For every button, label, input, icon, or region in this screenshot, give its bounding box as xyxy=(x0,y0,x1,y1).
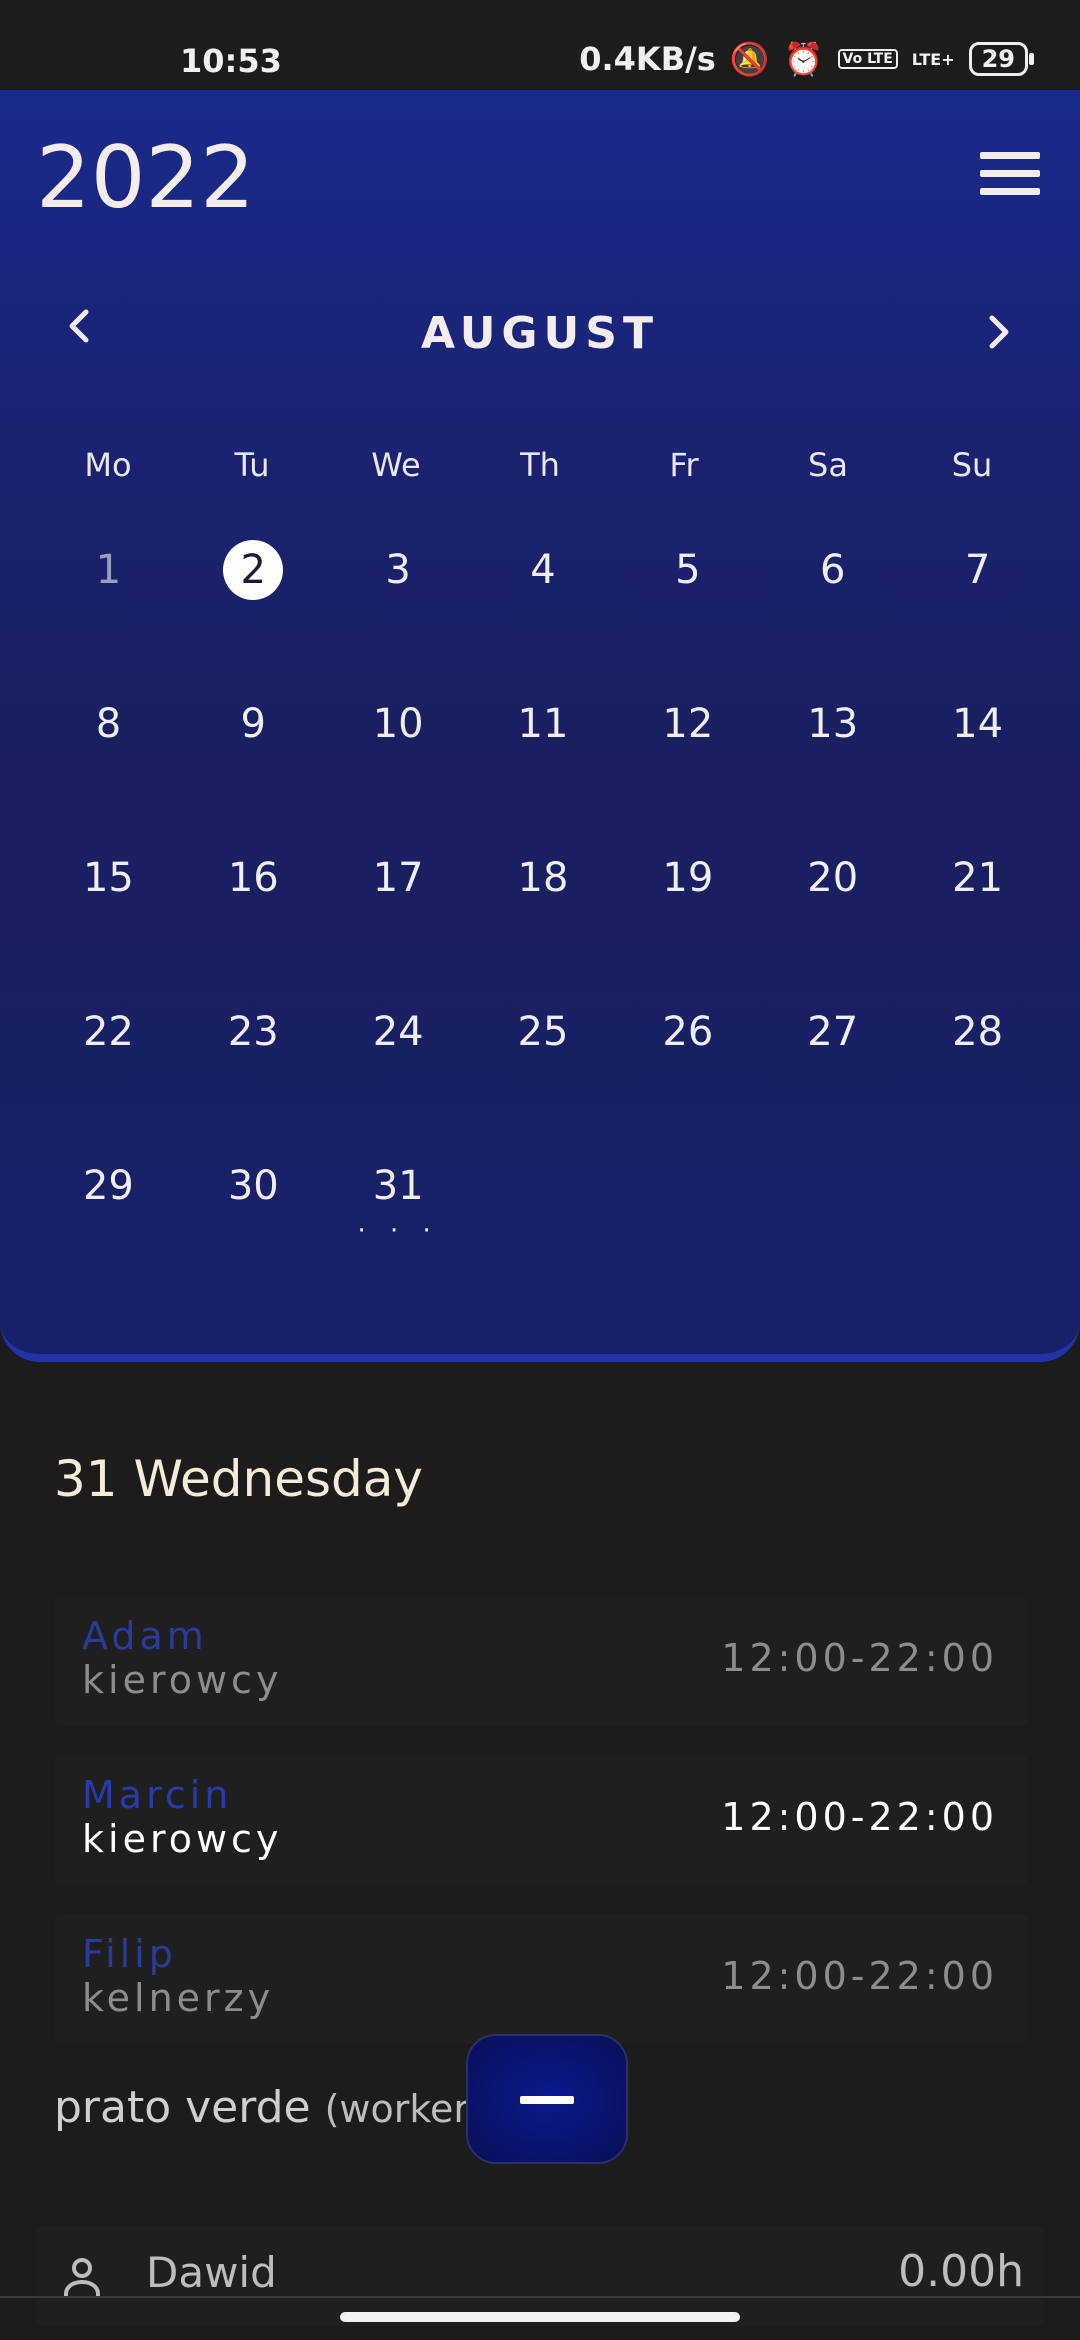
status-bar: 10:53 0.4KB/s 🔕 ⏰ Vo LTE LTE+ 29 xyxy=(0,0,1080,90)
selected-date-heading: 31 Wednesday xyxy=(54,1450,423,1508)
shift-card[interactable]: Marcin kierowcy 12:00-22:00 xyxy=(54,1755,1028,1885)
calendar-day[interactable]: 28 xyxy=(905,1002,1050,1156)
calendar-week: 8 9 10 11 12 13 14 xyxy=(36,694,1050,848)
status-time: 10:53 xyxy=(180,42,282,80)
shift-role: kierowcy xyxy=(82,1658,283,1702)
calendar-day-selected[interactable]: 2 xyxy=(181,540,326,694)
alarm-icon: ⏰ xyxy=(783,40,824,78)
calendar-day[interactable]: 9 xyxy=(181,694,326,848)
weekday-label: Tu xyxy=(234,446,270,484)
weekday-label: Su xyxy=(951,446,993,484)
shift-role: kierowcy xyxy=(82,1817,283,1861)
shift-card[interactable]: Filip kelnerzy 12:00-22:00 xyxy=(54,1914,1028,2044)
calendar-day[interactable]: 24 xyxy=(326,1002,471,1156)
calendar-grid: 1 2 3 4 5 6 7 8 9 10 11 12 13 14 15 16 1… xyxy=(36,540,1050,1310)
shift-worker-name: Marcin xyxy=(82,1773,233,1817)
calendar-day[interactable]: 1 xyxy=(36,540,181,694)
calendar-day[interactable]: 14 xyxy=(905,694,1050,848)
volte-icon: Vo LTE xyxy=(837,49,898,69)
calendar-day[interactable]: 15 xyxy=(36,848,181,1002)
calendar-day[interactable]: 21 xyxy=(905,848,1050,1002)
calendar-day[interactable]: 25 xyxy=(471,1002,616,1156)
status-icons: 0.4KB/s 🔕 ⏰ Vo LTE LTE+ 29 xyxy=(579,40,1035,78)
calendar-day[interactable]: 13 xyxy=(760,694,905,848)
calendar-day[interactable]: 6 xyxy=(760,540,905,694)
person-icon xyxy=(64,2258,100,2298)
battery-icon: 29 xyxy=(968,42,1035,76)
calendar-day[interactable]: 3 xyxy=(326,540,471,694)
calendar-day[interactable]: 7 xyxy=(905,540,1050,694)
weekday-label: Th xyxy=(520,446,560,484)
workplace-subtitle: (workers xyxy=(324,2087,489,2131)
worker-row[interactable]: Dawid 0.00h xyxy=(36,2226,1044,2326)
chevron-right-icon[interactable] xyxy=(974,308,1024,358)
workplace-name: prato verde xyxy=(54,2082,311,2133)
calendar-day-empty xyxy=(760,1156,905,1310)
minus-icon xyxy=(520,2096,574,2104)
calendar-day[interactable]: 26 xyxy=(615,1002,760,1156)
calendar-day-empty xyxy=(471,1156,616,1310)
bell-muted-icon: 🔕 xyxy=(729,40,770,78)
calendar-day-empty xyxy=(615,1156,760,1310)
calendar-day[interactable]: 17 xyxy=(326,848,471,1002)
calendar-day[interactable]: 31 · · · xyxy=(326,1156,471,1310)
calendar-day[interactable]: 22 xyxy=(36,1002,181,1156)
weekday-label: Sa xyxy=(808,446,848,484)
calendar-day[interactable]: 18 xyxy=(471,848,616,1002)
calendar-day[interactable]: 4 xyxy=(471,540,616,694)
calendar-day[interactable]: 8 xyxy=(36,694,181,848)
navbar-divider xyxy=(0,2296,1080,2298)
worker-name: Dawid xyxy=(146,2248,277,2297)
calendar-week: 22 23 24 25 26 27 28 xyxy=(36,1002,1050,1156)
shift-worker-name: Adam xyxy=(82,1614,208,1658)
calendar-week: 1 2 3 4 5 6 7 xyxy=(36,540,1050,694)
event-marker: · · · xyxy=(357,1216,439,1246)
calendar-day[interactable]: 20 xyxy=(760,848,905,1002)
calendar-day[interactable]: 27 xyxy=(760,1002,905,1156)
weekday-label: Mo xyxy=(84,446,132,484)
weekday-label: We xyxy=(371,446,421,484)
shift-time: 12:00-22:00 xyxy=(721,1795,998,1839)
calendar-day[interactable]: 16 xyxy=(181,848,326,1002)
worker-hours: 0.00h xyxy=(898,2246,1024,2297)
calendar-day[interactable]: 19 xyxy=(615,848,760,1002)
shift-time: 12:00-22:00 xyxy=(721,1636,998,1680)
lte-signal-icon: LTE+ xyxy=(911,49,955,69)
calendar-day[interactable]: 5 xyxy=(615,540,760,694)
menu-icon[interactable] xyxy=(980,152,1040,196)
calendar-week: 29 30 31 · · · xyxy=(36,1156,1050,1310)
network-speed: 0.4KB/s xyxy=(579,40,716,78)
calendar-day[interactable]: 29 xyxy=(36,1156,181,1310)
calendar-week: 15 16 17 18 19 20 21 xyxy=(36,848,1050,1002)
shift-role: kelnerzy xyxy=(82,1976,275,2020)
calendar-day[interactable]: 12 xyxy=(615,694,760,848)
year-title: 2022 xyxy=(36,128,255,228)
calendar-day-empty xyxy=(905,1156,1050,1310)
weekday-label: Fr xyxy=(669,446,699,484)
month-title: AUGUST xyxy=(421,308,659,359)
calendar-day[interactable]: 11 xyxy=(471,694,616,848)
shift-card[interactable]: Adam kierowcy 12:00-22:00 xyxy=(54,1596,1028,1726)
workplace-title: prato verde (workers xyxy=(54,2082,489,2133)
collapse-button[interactable] xyxy=(466,2034,628,2164)
calendar-day[interactable]: 23 xyxy=(181,1002,326,1156)
calendar-day[interactable]: 30 xyxy=(181,1156,326,1310)
home-indicator[interactable] xyxy=(340,2312,740,2322)
calendar-day[interactable]: 10 xyxy=(326,694,471,848)
shift-time: 12:00-22:00 xyxy=(721,1954,998,1998)
shift-worker-name: Filip xyxy=(82,1932,177,1976)
weekday-header: Mo Tu We Th Fr Sa Su xyxy=(0,446,1080,484)
calendar-panel: 2022 AUGUST Mo Tu We Th Fr Sa Su 1 2 3 4… xyxy=(0,90,1080,1362)
